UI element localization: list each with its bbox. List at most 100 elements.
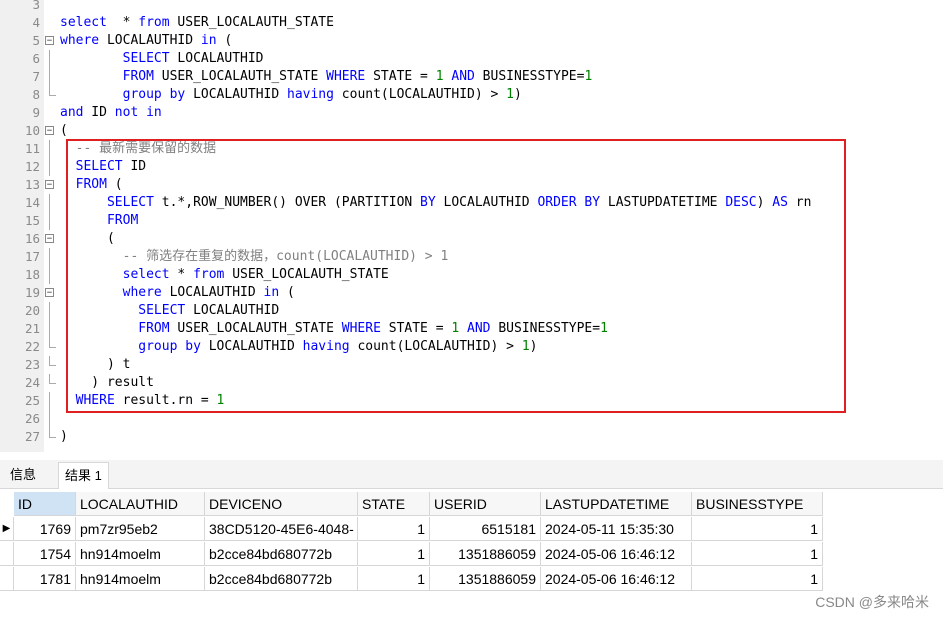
row-marker — [0, 542, 14, 566]
fold-toggle-icon[interactable]: − — [45, 36, 54, 45]
fold-guide — [49, 410, 50, 428]
line-number: 23 — [0, 356, 40, 374]
code-text: SELECT LOCALAUTHID — [60, 50, 264, 68]
line-number: 7 — [0, 68, 40, 86]
watermark: CSDN @多来哈米 — [815, 592, 929, 612]
fold-guide — [49, 140, 50, 158]
line-number: 24 — [0, 374, 40, 392]
fold-guide — [49, 392, 50, 410]
cell-businesstype[interactable]: 1 — [692, 517, 823, 541]
code-line: 9 and ID not in — [0, 104, 943, 122]
tab-info[interactable]: 信息 — [4, 462, 42, 488]
code-text: where LOCALAUTHID in ( — [60, 32, 232, 50]
code-text: and ID not in — [60, 104, 162, 122]
line-number: 6 — [0, 50, 40, 68]
fold-end-guide — [49, 356, 56, 366]
cell-businesstype[interactable]: 1 — [692, 542, 823, 566]
current-row-marker-icon: ▶ — [0, 517, 14, 541]
tab-result-1[interactable]: 结果 1 — [58, 462, 109, 489]
cell-lastupdatetime[interactable]: 2024-05-06 16:46:12 — [541, 567, 692, 591]
column-header-businesstype[interactable]: BUSINESSTYPE — [692, 492, 823, 516]
highlight-annotation-box — [66, 139, 846, 413]
cell-deviceno[interactable]: b2cce84bd680772b — [205, 567, 358, 591]
cell-id[interactable]: 1769 — [14, 517, 76, 541]
line-number: 21 — [0, 320, 40, 338]
line-number: 14 — [0, 194, 40, 212]
line-number: 20 — [0, 302, 40, 320]
line-number: 12 — [0, 158, 40, 176]
cell-userid[interactable]: 1351886059 — [430, 542, 541, 566]
code-text: select * from USER_LOCALAUTH_STATE — [60, 14, 334, 32]
code-line: 7 FROM USER_LOCALAUTH_STATE WHERE STATE … — [0, 68, 943, 86]
line-number: 26 — [0, 410, 40, 428]
cell-lastupdatetime[interactable]: 2024-05-11 15:35:30 — [541, 517, 692, 541]
cell-localauthid[interactable]: pm7zr95eb2 — [76, 517, 205, 541]
cell-businesstype[interactable]: 1 — [692, 567, 823, 591]
fold-toggle-icon[interactable]: − — [45, 234, 54, 243]
column-header-lastupdatetime[interactable]: LASTUPDATETIME — [541, 492, 692, 516]
fold-end-guide — [49, 428, 56, 438]
fold-toggle-icon[interactable]: − — [45, 180, 54, 189]
line-number: 4 — [0, 14, 40, 32]
code-text: FROM USER_LOCALAUTH_STATE WHERE STATE = … — [60, 68, 592, 86]
row-marker — [0, 567, 14, 591]
cell-localauthid[interactable]: hn914moelm — [76, 542, 205, 566]
fold-end-guide — [49, 338, 56, 348]
line-number: 10 — [0, 122, 40, 140]
line-number: 8 — [0, 86, 40, 104]
fold-end-guide — [49, 374, 56, 384]
result-tabs-bar: 信息 结果 1 — [0, 460, 943, 489]
column-header-localauthid[interactable]: LOCALAUTHID — [76, 492, 205, 516]
code-line: 4 select * from USER_LOCALAUTH_STATE — [0, 14, 943, 32]
fold-toggle-icon[interactable]: − — [45, 288, 54, 297]
line-number: 18 — [0, 266, 40, 284]
line-number: 27 — [0, 428, 40, 446]
line-number: 15 — [0, 212, 40, 230]
cell-id[interactable]: 1754 — [14, 542, 76, 566]
fold-guide — [49, 68, 50, 86]
fold-guide — [49, 266, 50, 284]
fold-guide — [49, 248, 50, 266]
column-header-userid[interactable]: USERID — [430, 492, 541, 516]
line-number: 3 — [0, 0, 40, 14]
line-number: 22 — [0, 338, 40, 356]
code-line: 5−where LOCALAUTHID in ( — [0, 32, 943, 50]
cell-state[interactable]: 1 — [358, 517, 430, 541]
cell-state[interactable]: 1 — [358, 567, 430, 591]
sql-editor[interactable]: 34select * from USER_LOCALAUTH_STATE5−wh… — [0, 0, 943, 452]
cell-deviceno[interactable]: b2cce84bd680772b — [205, 542, 358, 566]
line-number: 16 — [0, 230, 40, 248]
fold-toggle-icon[interactable]: − — [45, 126, 54, 135]
column-header-deviceno[interactable]: DEVICENO — [205, 492, 358, 516]
cell-localauthid[interactable]: hn914moelm — [76, 567, 205, 591]
code-text: ) — [60, 428, 68, 446]
cell-state[interactable]: 1 — [358, 542, 430, 566]
line-number: 11 — [0, 140, 40, 158]
fold-guide — [49, 158, 50, 176]
code-line: 8 group by LOCALAUTHID having count(LOCA… — [0, 86, 943, 104]
line-number: 19 — [0, 284, 40, 302]
fold-end-guide — [49, 86, 56, 96]
line-number: 13 — [0, 176, 40, 194]
fold-guide — [49, 212, 50, 230]
line-number: 9 — [0, 104, 40, 122]
cell-lastupdatetime[interactable]: 2024-05-06 16:46:12 — [541, 542, 692, 566]
fold-guide — [49, 50, 50, 68]
column-header-state[interactable]: STATE — [358, 492, 430, 516]
code-text: group by LOCALAUTHID having count(LOCALA… — [60, 86, 522, 104]
line-number: 5 — [0, 32, 40, 50]
cell-userid[interactable]: 6515181 — [430, 517, 541, 541]
line-number: 17 — [0, 248, 40, 266]
code-line: 3 — [0, 0, 943, 14]
fold-guide — [49, 320, 50, 338]
fold-guide — [49, 302, 50, 320]
line-number: 25 — [0, 392, 40, 410]
code-line: 6 SELECT LOCALAUTHID — [0, 50, 943, 68]
cell-userid[interactable]: 1351886059 — [430, 567, 541, 591]
code-text: ( — [60, 122, 68, 140]
code-line: 10−( — [0, 122, 943, 140]
code-line: 27) — [0, 428, 943, 446]
column-header-id[interactable]: ID — [14, 492, 76, 516]
cell-deviceno[interactable]: 38CD5120-45E6-4048- — [205, 517, 358, 541]
cell-id[interactable]: 1781 — [14, 567, 76, 591]
